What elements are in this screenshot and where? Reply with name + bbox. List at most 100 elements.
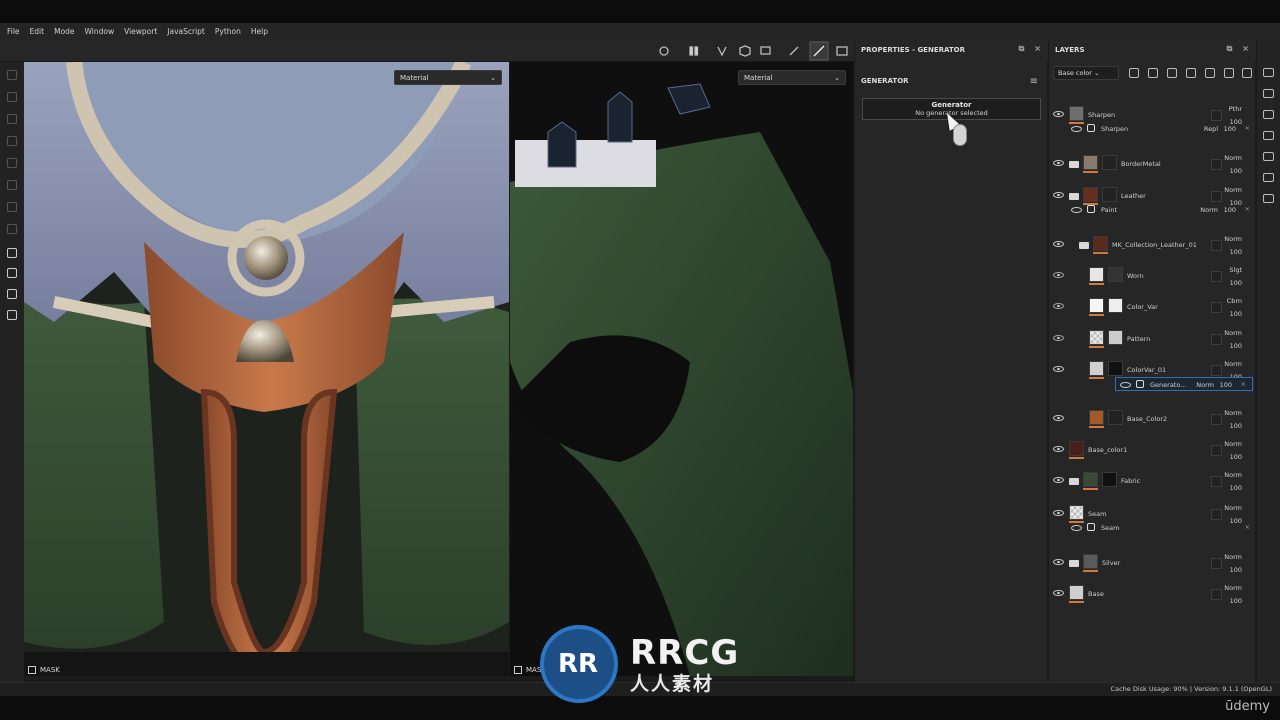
layer-row[interactable]: Color_Var Cbrn 100 [1049, 294, 1256, 320]
blend-mode-label[interactable]: Slgt [1229, 266, 1242, 274]
eye-icon[interactable] [1053, 510, 1064, 516]
layer-row[interactable]: Base_Color2 Norm 100 [1049, 406, 1256, 432]
blend-mode-label[interactable]: Norm [1224, 553, 1242, 561]
menu-window[interactable]: Window [80, 27, 120, 36]
shelf-icon[interactable] [7, 268, 17, 278]
effect-row[interactable]: Generato... Norm 100 × [1115, 377, 1253, 391]
effect-blend[interactable]: Norm [1200, 206, 1218, 214]
menu-mode[interactable]: Mode [49, 27, 79, 36]
add-smart-material-icon[interactable] [1205, 68, 1215, 78]
effect-row[interactable]: Seam × [1067, 521, 1256, 535]
export-icon[interactable] [7, 248, 17, 258]
blend-mode-label[interactable]: Norm [1224, 360, 1242, 368]
layer-select-checkbox[interactable] [1211, 365, 1222, 376]
blend-mode-label[interactable]: Norm [1224, 154, 1242, 162]
eye-icon[interactable] [1053, 160, 1064, 166]
effect-opacity[interactable]: 100 [1224, 206, 1236, 214]
add-folder-icon[interactable] [1224, 68, 1234, 78]
opacity-value[interactable]: 100 [1230, 167, 1242, 175]
menu-javascript[interactable]: JavaScript [162, 27, 210, 36]
texture-set-dock-icon[interactable] [1263, 89, 1274, 98]
history-dock-icon[interactable] [1263, 173, 1274, 182]
layer-select-checkbox[interactable] [1211, 558, 1222, 569]
layer-select-checkbox[interactable] [1211, 271, 1222, 282]
clone-icon[interactable] [7, 180, 17, 190]
menu-help[interactable]: Help [246, 27, 273, 36]
opacity-value[interactable]: 100 [1230, 453, 1242, 461]
eye-icon[interactable] [1071, 126, 1082, 132]
opacity-value[interactable]: 100 [1230, 279, 1242, 287]
layer-select-checkbox[interactable] [1211, 509, 1222, 520]
eye-icon[interactable] [1053, 303, 1064, 309]
mask-thumbnail[interactable] [1102, 472, 1117, 487]
viewport-2d[interactable]: Material ⌄ MAS [510, 62, 853, 676]
shader-dock-icon[interactable] [1263, 152, 1274, 161]
add-mask-icon[interactable] [1148, 68, 1158, 78]
layer-row[interactable]: MK_Collection_Leather_01 Norm 100 [1049, 232, 1256, 258]
display-dock-icon[interactable] [1263, 131, 1274, 140]
blend-mode-label[interactable]: Norm [1224, 329, 1242, 337]
blend-mode-label[interactable]: Norm [1224, 504, 1242, 512]
layer-row[interactable]: Fabric Norm 100 [1049, 468, 1256, 494]
eye-icon[interactable] [1053, 192, 1064, 198]
layer-select-checkbox[interactable] [1211, 110, 1222, 121]
opacity-value[interactable]: 100 [1230, 597, 1242, 605]
layer-row[interactable]: Base_color1 Norm 100 [1049, 437, 1256, 463]
close-icon[interactable]: × [1242, 44, 1249, 54]
texture-set-icon[interactable] [7, 289, 17, 299]
layer-select-checkbox[interactable] [1211, 445, 1222, 456]
mask-thumbnail[interactable] [1102, 187, 1117, 202]
geometry-fill-icon[interactable] [7, 136, 17, 146]
mask-thumbnail[interactable] [1108, 410, 1123, 425]
opacity-value[interactable]: 100 [1230, 484, 1242, 492]
eye-icon[interactable] [1053, 415, 1064, 421]
layer-select-checkbox[interactable] [1211, 589, 1222, 600]
layers-dock-icon[interactable] [1263, 68, 1274, 77]
channel-select[interactable]: Base color ⌄ [1053, 66, 1119, 80]
eye-icon[interactable] [1071, 525, 1082, 531]
layer-row[interactable]: Base Norm 100 [1049, 581, 1256, 607]
opacity-value[interactable]: 100 [1230, 310, 1242, 318]
menu-file[interactable]: File [2, 27, 25, 36]
eye-icon[interactable] [1053, 111, 1064, 117]
opacity-value[interactable]: 100 [1230, 566, 1242, 574]
blend-mode-label[interactable]: Norm [1224, 440, 1242, 448]
blend-mode-label[interactable]: Pthr [1229, 105, 1242, 113]
close-icon[interactable]: × [1034, 44, 1041, 54]
menu-python[interactable]: Python [210, 27, 246, 36]
blend-mode-label[interactable]: Norm [1224, 584, 1242, 592]
eraser-icon[interactable] [7, 92, 17, 102]
eye-icon[interactable] [1053, 241, 1064, 247]
blend-mode-label[interactable]: Norm [1224, 471, 1242, 479]
menu-edit[interactable]: Edit [25, 27, 50, 36]
close-icon[interactable]: × [1241, 380, 1246, 388]
opacity-value[interactable]: 100 [1230, 342, 1242, 350]
mask-toggle-2d[interactable]: MAS [514, 666, 541, 674]
layer-select-checkbox[interactable] [1211, 334, 1222, 345]
layer-select-checkbox[interactable] [1211, 240, 1222, 251]
opacity-value[interactable]: 100 [1230, 248, 1242, 256]
eye-icon[interactable] [1053, 590, 1064, 596]
mask-thumbnail[interactable] [1108, 361, 1123, 376]
float-panel-icon[interactable]: ⧉ [1227, 44, 1233, 54]
eye-icon[interactable] [1053, 366, 1064, 372]
projection-icon[interactable] [7, 114, 17, 124]
eye-icon[interactable] [1053, 335, 1064, 341]
close-icon[interactable]: × [1245, 205, 1250, 213]
add-fill-layer-icon[interactable] [1186, 68, 1196, 78]
layer-row[interactable]: Worn Slgt 100 [1049, 263, 1256, 289]
mask-toggle[interactable]: MASK [28, 666, 60, 674]
layer-row[interactable]: Pattern Norm 100 [1049, 326, 1256, 352]
layer-row[interactable]: Silver Norm 100 [1049, 550, 1256, 576]
layer-select-checkbox[interactable] [1211, 302, 1222, 313]
add-paint-layer-icon[interactable] [1167, 68, 1177, 78]
picker-icon[interactable] [7, 202, 17, 212]
mask-thumbnail[interactable] [1108, 267, 1123, 282]
close-icon[interactable]: × [1245, 124, 1250, 132]
eye-icon[interactable] [1053, 559, 1064, 565]
viewport-2d-material-select[interactable]: Material ⌄ [738, 70, 846, 85]
layer-select-checkbox[interactable] [1211, 159, 1222, 170]
menu-lines-icon[interactable]: ≡ [1030, 76, 1038, 87]
mask-thumbnail[interactable] [1108, 298, 1123, 313]
eye-icon[interactable] [1053, 477, 1064, 483]
